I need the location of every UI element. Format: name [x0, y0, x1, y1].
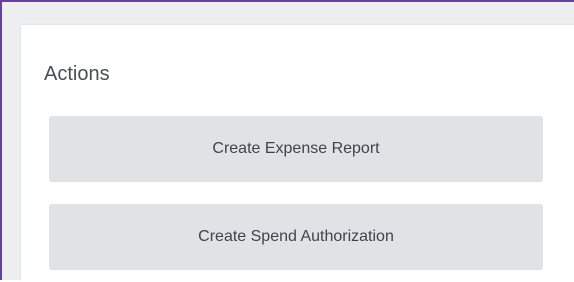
workspace-frame: Actions Create Expense Report Create Spe…: [0, 0, 574, 282]
create-spend-authorization-button[interactable]: Create Spend Authorization: [49, 204, 543, 270]
create-expense-report-button[interactable]: Create Expense Report: [49, 116, 543, 182]
actions-panel-title: Actions: [44, 63, 110, 85]
actions-panel: Actions Create Expense Report Create Spe…: [21, 25, 574, 282]
